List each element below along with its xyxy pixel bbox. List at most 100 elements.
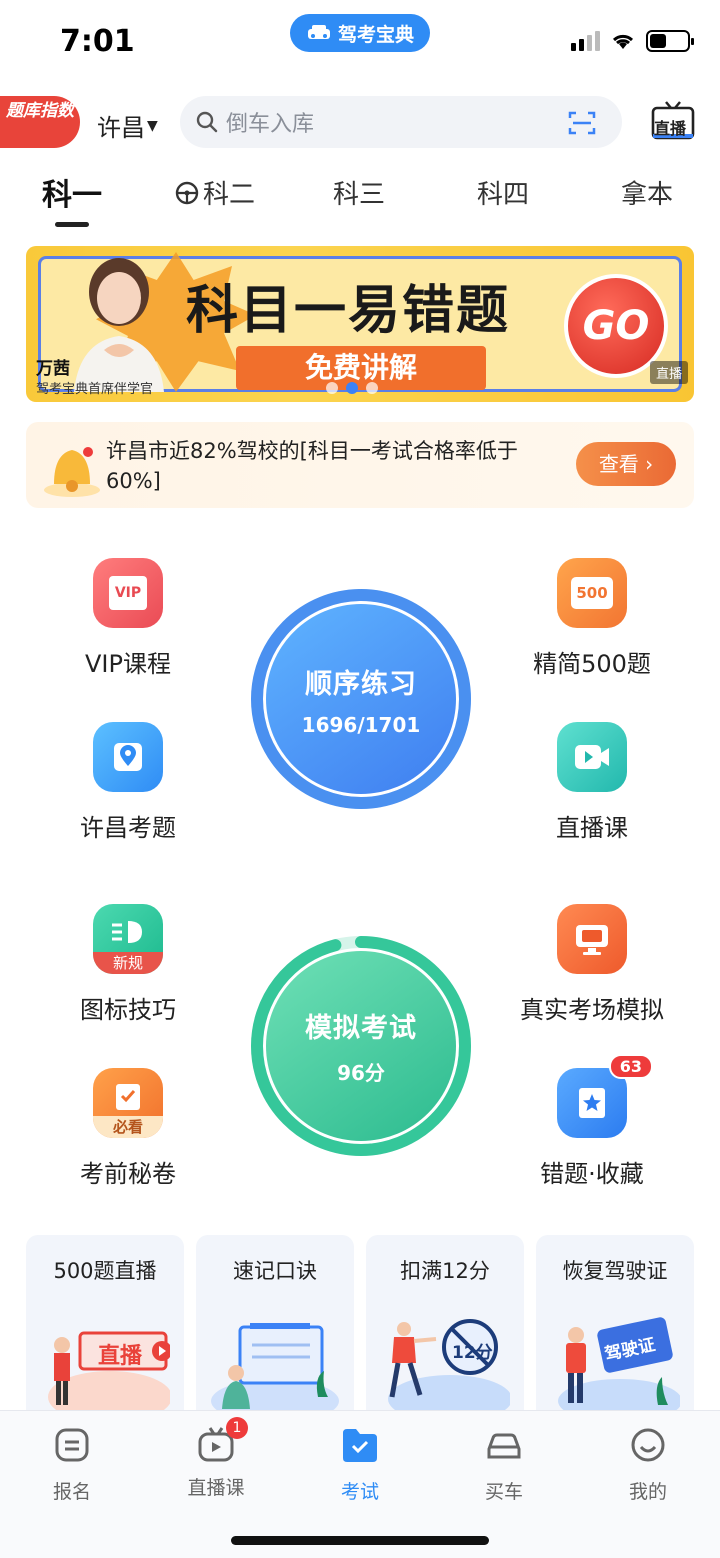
video-icon (557, 722, 627, 792)
tabbar-live[interactable]: 1 直播课 (166, 1417, 266, 1500)
exam-score: 96分 (337, 1061, 385, 1085)
city-label: 许昌 (97, 114, 145, 142)
card-mnemonics[interactable]: 速记口诀 (196, 1235, 354, 1425)
search-input[interactable]: 倒车入库 (180, 96, 622, 148)
500-icon: 500 (557, 558, 627, 628)
banner-dot-active (346, 382, 358, 394)
exam-title: 模拟考试 (305, 1013, 417, 1044)
car-tab-icon (487, 1433, 521, 1459)
practice-progress: 1696/1701 (301, 712, 421, 737)
card-art-label: 12分 (452, 1343, 493, 1363)
tabbar-label: 我的 (628, 1481, 667, 1503)
feature-tubiao-label: 图标技巧 (80, 996, 176, 1024)
feature-miju-label: 考前秘卷 (80, 1160, 176, 1188)
mock-exam-button[interactable]: 模拟考试 96分 (250, 935, 472, 1157)
tabbar-buy-car[interactable]: 买车 (454, 1425, 554, 1504)
map-pin-icon (114, 743, 142, 771)
app-pill[interactable]: 驾考宝典 (290, 14, 430, 52)
caret-down-icon: ▼ (147, 117, 158, 134)
tab-naben[interactable]: 拿本 (621, 174, 673, 211)
scan-icon[interactable] (568, 110, 596, 136)
feature-xuchang[interactable]: 许昌考题 (28, 722, 228, 843)
card-12-points[interactable]: 扣满12分 12分 (366, 1235, 524, 1425)
status-bar: 7:01 驾考宝典 (0, 0, 720, 86)
tab-ke2[interactable]: 科二 (175, 174, 255, 211)
tab-indicator (55, 222, 89, 227)
live-badge: 1 (226, 1417, 248, 1439)
practice-title: 顺序练习 (305, 668, 417, 700)
card-title: 500题直播 (53, 1259, 157, 1283)
app-name: 驾考宝典 (337, 23, 414, 46)
card-title: 扣满12分 (400, 1259, 490, 1283)
signal-icon (571, 31, 600, 51)
tabbar-label: 买车 (484, 1481, 523, 1503)
form-icon (55, 1428, 89, 1462)
feature-zhibo-label: 直播课 (556, 814, 628, 842)
feature-tubiao[interactable]: 新规 图标技巧 (28, 904, 228, 1025)
monitor-icon (557, 904, 627, 974)
play-icon (575, 745, 609, 769)
folder-check-icon (343, 1429, 377, 1462)
subject-tabs: 科一 科二 科三 科四 拿本 (0, 168, 720, 228)
exam-paper-icon: 必看 (93, 1068, 163, 1138)
practice-core: 顺序练习 1696/1701 (266, 604, 456, 794)
smile-icon (631, 1428, 665, 1462)
feature-zhibo[interactable]: 直播课 (492, 722, 692, 843)
battery-icon (646, 30, 694, 52)
wifi-icon (612, 34, 634, 49)
banner-pagination (326, 382, 378, 394)
tabbar-label: 直播课 (187, 1477, 245, 1499)
star-bookmark-icon (579, 1088, 605, 1118)
card-restore-license[interactable]: 恢复驾驶证 驾驶证 (536, 1235, 694, 1425)
tab-ke3[interactable]: 科三 (333, 174, 385, 211)
feature-zhenshi[interactable]: 真实考场模拟 (492, 904, 692, 1025)
status-icons (571, 30, 694, 52)
card-title: 速记口诀 (233, 1259, 317, 1283)
car-icon (307, 25, 330, 39)
tabbar-signup[interactable]: 报名 (22, 1425, 122, 1504)
tab-ke4[interactable]: 科四 (477, 174, 529, 211)
vip-icon-text: VIP (109, 576, 147, 610)
checklist-icon (116, 1084, 140, 1110)
presenter-name: 万茜 (36, 359, 70, 379)
tab-ke2-label: 科二 (203, 180, 256, 210)
feature-cuoti-label: 错题·收藏 (540, 1160, 644, 1188)
feature-jingjian[interactable]: 500 精简500题 (492, 558, 692, 679)
new-rules-badge: 新规 (93, 952, 163, 974)
bell-icon (44, 447, 100, 497)
study-illustration (211, 1323, 339, 1415)
search-icon (196, 111, 218, 133)
tab-ke1[interactable]: 科一 (42, 170, 102, 214)
home-indicator (231, 1536, 489, 1545)
location-icon (93, 722, 163, 792)
feature-miju[interactable]: 必看 考前秘卷 (28, 1068, 228, 1189)
500-icon-text: 500 (571, 577, 613, 609)
card-title: 恢复驾驶证 (562, 1259, 668, 1283)
vip-icon: VIP (93, 558, 163, 628)
presenter-title: 驾考宝典首席伴学官 (36, 382, 154, 397)
lights-icon (112, 921, 142, 943)
steering-wheel-icon (175, 181, 199, 204)
card-art-label: 直播 (98, 1344, 143, 1369)
index-badge[interactable]: 题库指数 (0, 96, 80, 148)
sequential-practice-button[interactable]: 顺序练习 1696/1701 (250, 588, 472, 810)
bookmark-icon: 63 (557, 1054, 653, 1138)
wrong-count-badge: 63 (608, 1054, 653, 1079)
live-button[interactable]: 直播 (650, 100, 696, 142)
promo-banner[interactable]: 万茜 驾考宝典首席伴学官 科目一易错题 免费讲解 GO 直播 (26, 246, 694, 402)
notice-text: 许昌市近82%驾校的[科目一考试合格率低于60%] (106, 439, 518, 493)
notice-card[interactable]: 许昌市近82%驾校的[科目一考试合格率低于60%] 查看 › (26, 422, 694, 508)
feature-vip[interactable]: VIP VIP课程 (28, 558, 228, 679)
exam-core: 模拟考试 96分 (266, 951, 456, 1141)
status-time: 7:01 (60, 24, 135, 59)
feature-zhenshi-label: 真实考场模拟 (520, 996, 664, 1024)
tabbar-exam[interactable]: 考试 (310, 1425, 410, 1504)
tabbar-mine[interactable]: 我的 (598, 1425, 698, 1504)
card-live-500[interactable]: 500题直播 直播 (26, 1235, 184, 1425)
view-button[interactable]: 查看 › (576, 442, 676, 486)
header: 题库指数 许昌 ▼ 倒车入库 直播 (0, 92, 720, 152)
banner-title: 科目一易错题 (186, 281, 511, 341)
feature-cuoti[interactable]: 63 错题·收藏 (492, 1054, 692, 1189)
city-selector[interactable]: 许昌 ▼ (97, 108, 158, 143)
tabbar-label: 考试 (340, 1481, 379, 1503)
